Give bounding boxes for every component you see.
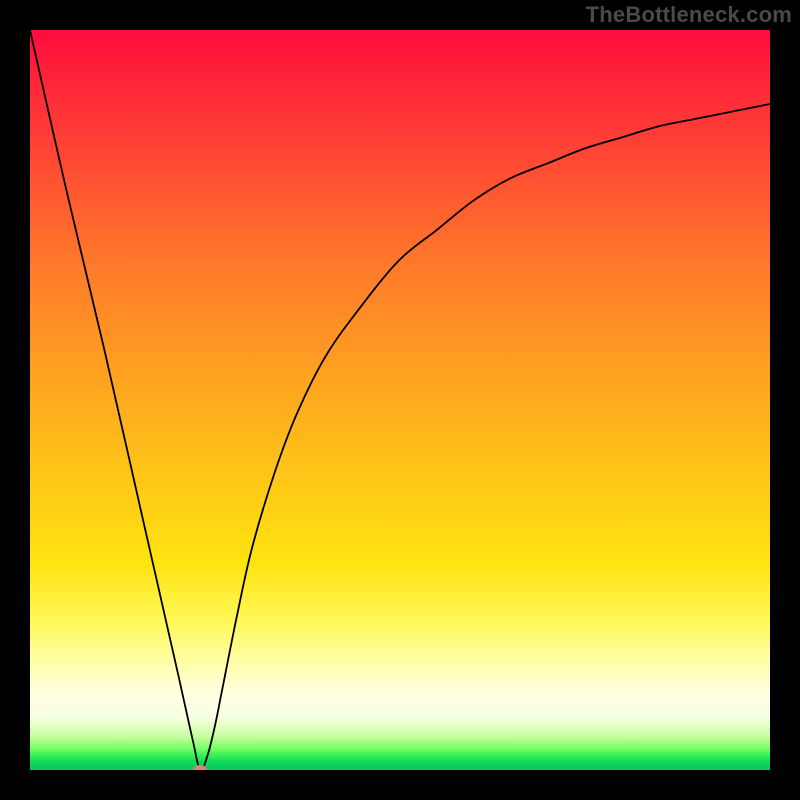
watermark-text: TheBottleneck.com — [586, 2, 792, 28]
min-marker — [193, 765, 207, 770]
plot-area — [30, 30, 770, 770]
chart-frame: TheBottleneck.com — [0, 0, 800, 800]
bottleneck-curve — [30, 30, 770, 770]
